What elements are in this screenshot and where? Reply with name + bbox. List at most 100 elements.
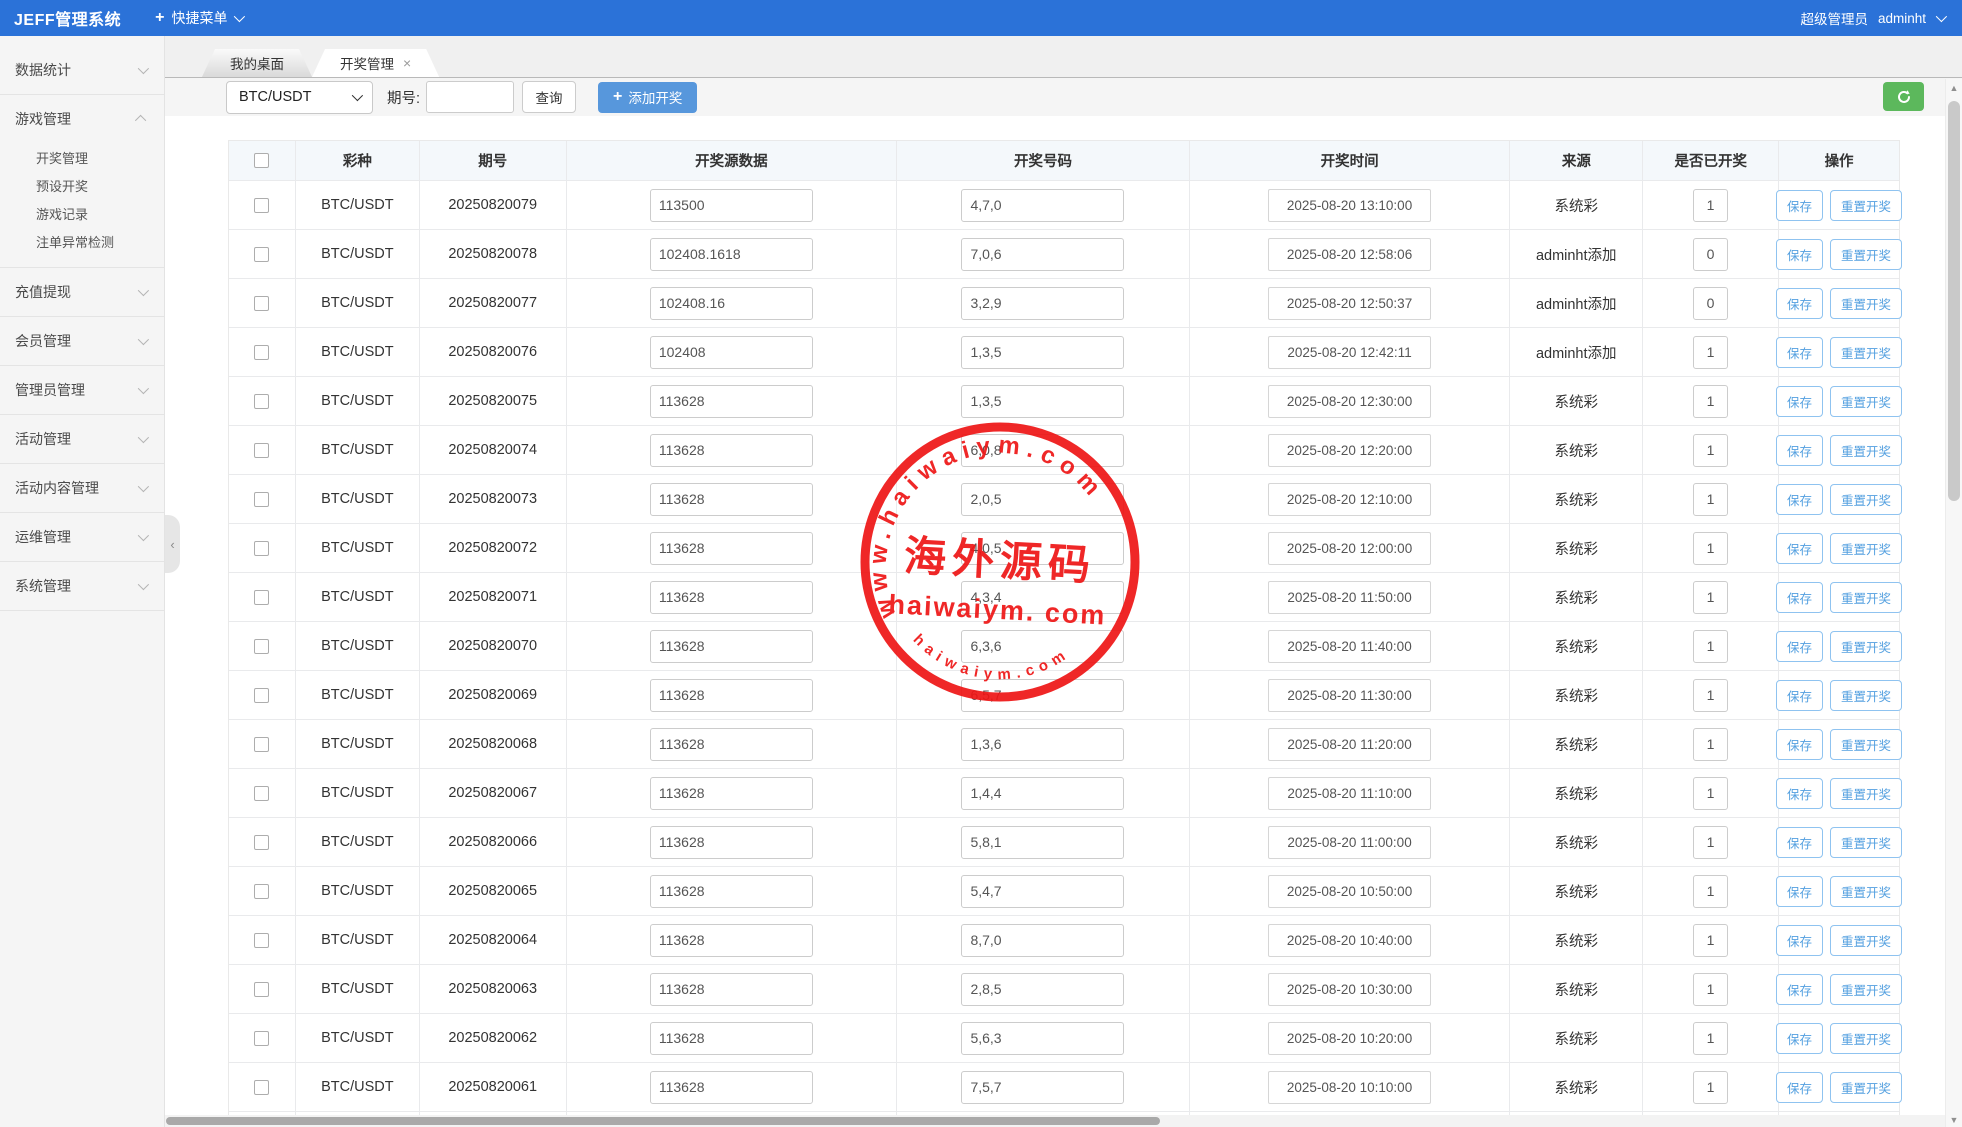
source-data-input[interactable]: [650, 238, 813, 271]
close-icon[interactable]: ×: [403, 56, 411, 70]
draw-numbers-input[interactable]: [961, 924, 1124, 957]
sidebar-group-0[interactable]: 数据统计: [0, 46, 164, 94]
row-checkbox[interactable]: [254, 737, 269, 752]
reset-draw-button[interactable]: 重置开奖: [1830, 288, 1902, 319]
horizontal-scrollbar-thumb[interactable]: [166, 1117, 1160, 1125]
opened-flag-input[interactable]: [1693, 434, 1728, 467]
sidebar-item-游戏记录[interactable]: 游戏记录: [0, 201, 164, 229]
tab-开奖管理[interactable]: 开奖管理×: [312, 49, 439, 77]
save-button[interactable]: 保存: [1776, 484, 1823, 515]
row-checkbox[interactable]: [254, 786, 269, 801]
row-checkbox[interactable]: [254, 492, 269, 507]
sidebar-item-开奖管理[interactable]: 开奖管理: [0, 145, 164, 173]
save-button[interactable]: 保存: [1776, 582, 1823, 613]
opened-flag-input[interactable]: [1693, 336, 1728, 369]
save-button[interactable]: 保存: [1776, 190, 1823, 221]
save-button[interactable]: 保存: [1776, 631, 1823, 662]
draw-numbers-input[interactable]: [961, 581, 1124, 614]
save-button[interactable]: 保存: [1776, 337, 1823, 368]
draw-numbers-input[interactable]: [961, 483, 1124, 516]
sidebar-group-1[interactable]: 游戏管理: [0, 95, 164, 143]
source-data-input[interactable]: [650, 189, 813, 222]
add-draw-button[interactable]: + 添加开奖: [598, 82, 697, 113]
reset-draw-button[interactable]: 重置开奖: [1830, 190, 1902, 221]
reset-draw-button[interactable]: 重置开奖: [1830, 435, 1902, 466]
tab-我的桌面[interactable]: 我的桌面: [202, 49, 312, 77]
sidebar-group-8[interactable]: 系统管理: [0, 562, 164, 610]
draw-numbers-input[interactable]: [961, 728, 1124, 761]
save-button[interactable]: 保存: [1776, 386, 1823, 417]
save-button[interactable]: 保存: [1776, 239, 1823, 270]
reset-draw-button[interactable]: 重置开奖: [1830, 729, 1902, 760]
row-checkbox[interactable]: [254, 296, 269, 311]
source-data-input[interactable]: [650, 826, 813, 859]
save-button[interactable]: 保存: [1776, 876, 1823, 907]
source-data-input[interactable]: [650, 532, 813, 565]
save-button[interactable]: 保存: [1776, 288, 1823, 319]
vertical-scrollbar[interactable]: ▲ ▼: [1945, 79, 1962, 1127]
scroll-down-icon[interactable]: ▼: [1946, 1111, 1962, 1125]
draw-numbers-input[interactable]: [961, 434, 1124, 467]
opened-flag-input[interactable]: [1693, 581, 1728, 614]
source-data-input[interactable]: [650, 679, 813, 712]
draw-numbers-input[interactable]: [961, 287, 1124, 320]
row-checkbox[interactable]: [254, 835, 269, 850]
opened-flag-input[interactable]: [1693, 728, 1728, 761]
draw-numbers-input[interactable]: [961, 630, 1124, 663]
opened-flag-input[interactable]: [1693, 679, 1728, 712]
opened-flag-input[interactable]: [1693, 483, 1728, 516]
row-checkbox[interactable]: [254, 884, 269, 899]
opened-flag-input[interactable]: [1693, 826, 1728, 859]
reset-draw-button[interactable]: 重置开奖: [1830, 778, 1902, 809]
row-checkbox[interactable]: [254, 982, 269, 997]
sidebar-item-预设开奖[interactable]: 预设开奖: [0, 173, 164, 201]
sidebar-group-5[interactable]: 活动管理: [0, 415, 164, 463]
reset-draw-button[interactable]: 重置开奖: [1830, 631, 1902, 662]
quick-menu-button[interactable]: + 快捷菜单: [141, 0, 256, 36]
horizontal-scrollbar[interactable]: [165, 1115, 1945, 1127]
source-data-input[interactable]: [650, 1071, 813, 1104]
opened-flag-input[interactable]: [1693, 238, 1728, 271]
row-checkbox[interactable]: [254, 639, 269, 654]
draw-numbers-input[interactable]: [961, 336, 1124, 369]
draw-numbers-input[interactable]: [961, 1071, 1124, 1104]
opened-flag-input[interactable]: [1693, 973, 1728, 1006]
source-data-input[interactable]: [650, 287, 813, 320]
reset-draw-button[interactable]: 重置开奖: [1830, 974, 1902, 1005]
source-data-input[interactable]: [650, 1022, 813, 1055]
draw-numbers-input[interactable]: [961, 826, 1124, 859]
source-data-input[interactable]: [650, 777, 813, 810]
opened-flag-input[interactable]: [1693, 875, 1728, 908]
save-button[interactable]: 保存: [1776, 974, 1823, 1005]
row-checkbox[interactable]: [254, 688, 269, 703]
reset-draw-button[interactable]: 重置开奖: [1830, 337, 1902, 368]
row-checkbox[interactable]: [254, 1031, 269, 1046]
save-button[interactable]: 保存: [1776, 1072, 1823, 1103]
opened-flag-input[interactable]: [1693, 777, 1728, 810]
save-button[interactable]: 保存: [1776, 729, 1823, 760]
source-data-input[interactable]: [650, 581, 813, 614]
draw-numbers-input[interactable]: [961, 238, 1124, 271]
refresh-button[interactable]: [1883, 82, 1924, 111]
source-data-input[interactable]: [650, 924, 813, 957]
reset-draw-button[interactable]: 重置开奖: [1830, 925, 1902, 956]
reset-draw-button[interactable]: 重置开奖: [1830, 1072, 1902, 1103]
vertical-scrollbar-thumb[interactable]: [1948, 101, 1960, 501]
source-data-input[interactable]: [650, 434, 813, 467]
reset-draw-button[interactable]: 重置开奖: [1830, 876, 1902, 907]
save-button[interactable]: 保存: [1776, 778, 1823, 809]
reset-draw-button[interactable]: 重置开奖: [1830, 1023, 1902, 1054]
source-data-input[interactable]: [650, 875, 813, 908]
opened-flag-input[interactable]: [1693, 287, 1728, 320]
draw-numbers-input[interactable]: [961, 777, 1124, 810]
row-checkbox[interactable]: [254, 247, 269, 262]
sidebar-collapse-handle[interactable]: ‹: [165, 515, 180, 573]
row-checkbox[interactable]: [254, 933, 269, 948]
row-checkbox[interactable]: [254, 541, 269, 556]
save-button[interactable]: 保存: [1776, 925, 1823, 956]
opened-flag-input[interactable]: [1693, 1071, 1728, 1104]
sidebar-group-7[interactable]: 运维管理: [0, 513, 164, 561]
user-menu[interactable]: 超级管理员 adminht: [1782, 0, 1962, 36]
select-all-checkbox[interactable]: [254, 153, 269, 168]
source-data-input[interactable]: [650, 336, 813, 369]
